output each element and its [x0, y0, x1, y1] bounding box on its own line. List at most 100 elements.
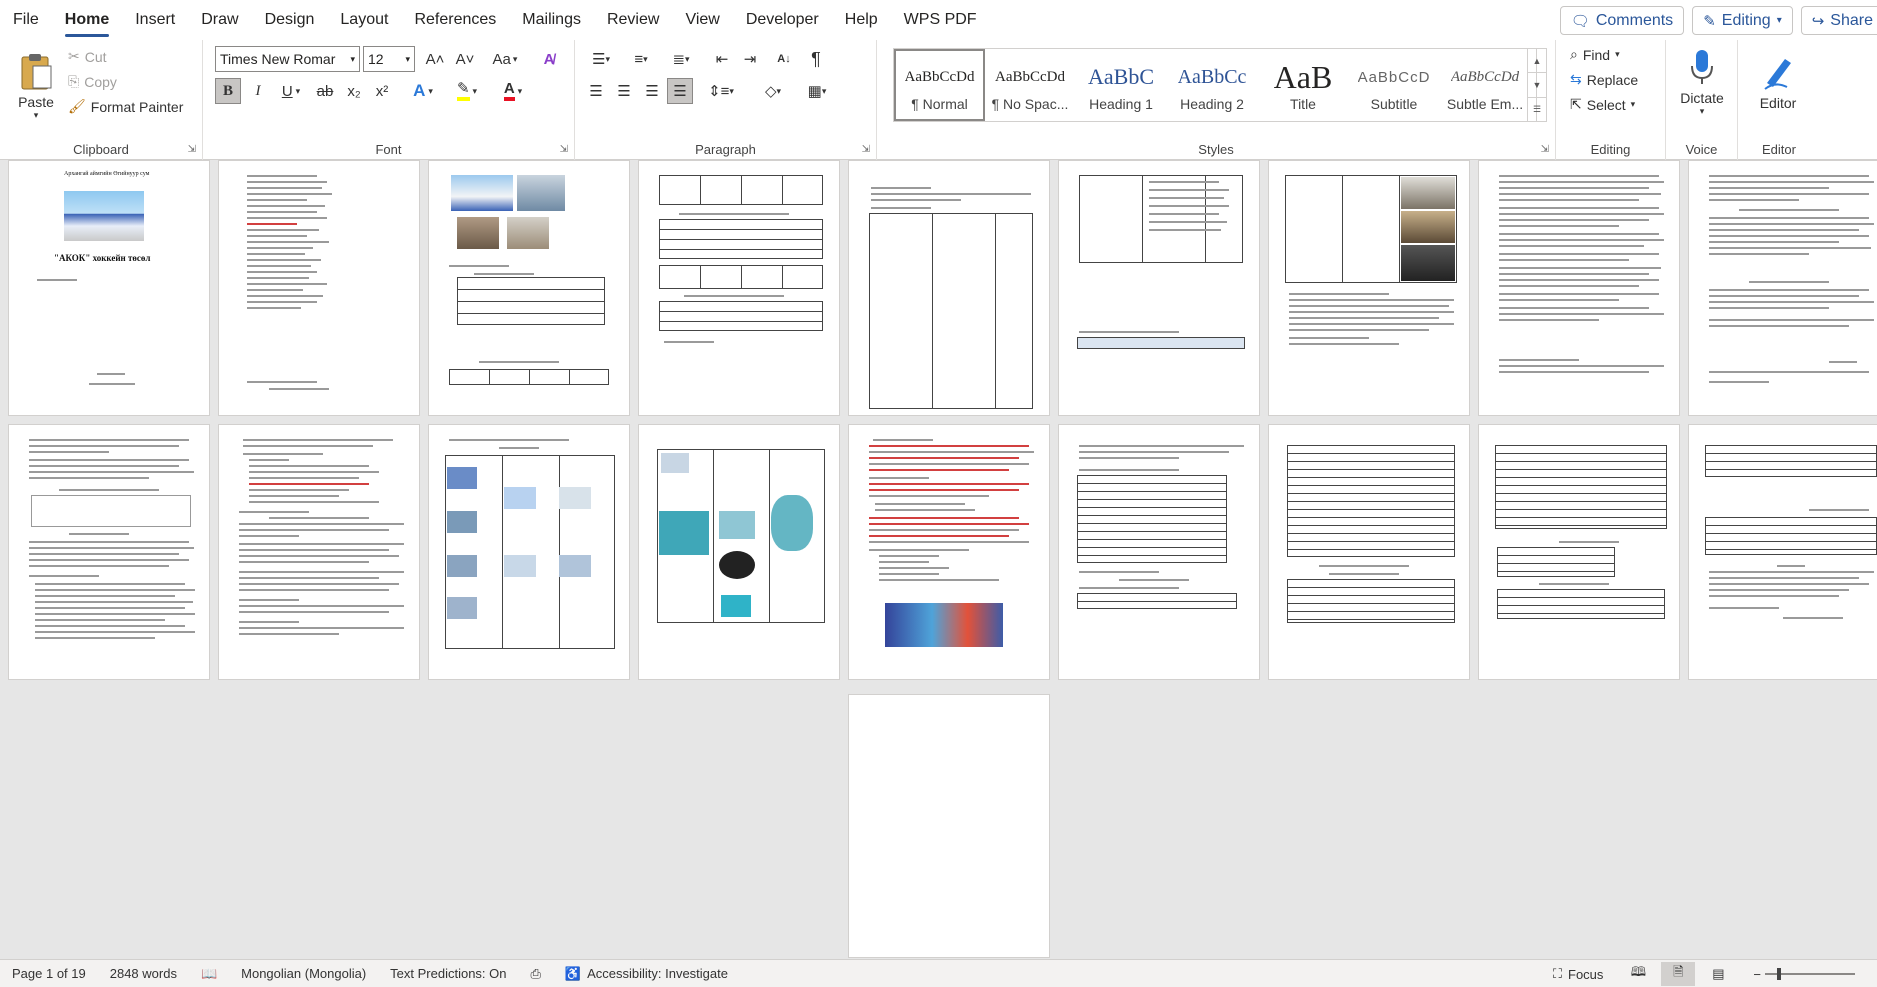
text-predictions[interactable]: Text Predictions: On: [378, 966, 518, 981]
numbering-button[interactable]: ≡ ▾: [623, 46, 659, 72]
page-thumbnail[interactable]: [1688, 424, 1877, 680]
focus-button[interactable]: ⛶ Focus: [1541, 966, 1616, 982]
scroll-down-icon[interactable]: ▼: [1528, 73, 1546, 98]
show-formatting-button[interactable]: ¶: [803, 46, 829, 72]
page-thumbnail[interactable]: [1058, 160, 1260, 416]
read-mode-button[interactable]: 🕮: [1621, 962, 1655, 986]
page-thumbnail[interactable]: [1058, 424, 1260, 680]
share-button[interactable]: ↪ Share: [1800, 6, 1877, 35]
word-count[interactable]: 2848 words: [98, 966, 189, 981]
tab-insert[interactable]: Insert: [122, 0, 188, 40]
zoom-out-icon[interactable]: −: [1753, 967, 1761, 982]
page-thumbnail[interactable]: [218, 160, 420, 416]
format-painter-button[interactable]: 🖌 Format Painter: [68, 98, 183, 115]
grow-font-button[interactable]: A˄: [421, 46, 449, 72]
tab-wps-pdf[interactable]: WPS PDF: [891, 0, 990, 40]
line-spacing-button[interactable]: ⇕≡ ▾: [701, 78, 741, 104]
replace-button[interactable]: ⇆ Replace: [1570, 71, 1638, 88]
editing-mode-button[interactable]: ✎ Editing ▾: [1692, 6, 1793, 35]
page-thumbnail[interactable]: [848, 160, 1050, 416]
decrease-indent-button[interactable]: ⇤: [709, 46, 735, 72]
paste-button[interactable]: Paste ▾: [10, 46, 62, 126]
style-subtitle[interactable]: AaBbCcD Subtitle: [1349, 49, 1440, 121]
font-size-combo[interactable]: 12 ▾: [363, 46, 415, 72]
find-button[interactable]: ⌕ Find ▾: [1570, 46, 1620, 63]
zoom-thumb[interactable]: [1777, 968, 1781, 980]
dictate-button[interactable]: Dictate ▾: [1672, 44, 1732, 120]
style-heading-2[interactable]: AaBbCc Heading 2: [1167, 49, 1258, 121]
editor-button[interactable]: Editor: [1746, 44, 1810, 120]
bold-button[interactable]: B: [215, 78, 241, 104]
style-title[interactable]: AaB Title: [1258, 49, 1349, 121]
scroll-up-icon[interactable]: ▲: [1528, 49, 1546, 74]
font-color-button[interactable]: A ▾: [493, 78, 533, 104]
page-thumbnail[interactable]: [1688, 160, 1877, 416]
tab-references[interactable]: References: [401, 0, 509, 40]
align-right-button[interactable]: ☰: [639, 78, 665, 104]
accessibility-checker[interactable]: ♿ Accessibility: Investigate: [553, 966, 740, 982]
dialog-launcher-icon[interactable]: ⇲: [862, 144, 870, 155]
print-layout-button[interactable]: 🗎: [1661, 962, 1696, 986]
page-thumbnail[interactable]: [8, 424, 210, 680]
borders-button[interactable]: ▦ ▾: [797, 78, 837, 104]
page-thumbnail[interactable]: [1478, 424, 1680, 680]
superscript-button[interactable]: x²: [369, 78, 395, 104]
more-styles-icon[interactable]: ☰: [1528, 98, 1546, 121]
shading-button[interactable]: ◇ ▾: [753, 78, 793, 104]
text-effects-button[interactable]: A ▾: [403, 78, 443, 104]
justify-button[interactable]: ☰: [667, 78, 693, 104]
copy-button[interactable]: ⎘ Copy: [68, 73, 117, 90]
page-thumbnail[interactable]: [428, 424, 630, 680]
style-normal[interactable]: AaBbCcDd ¶ Normal: [894, 49, 985, 121]
zoom-slider[interactable]: −: [1741, 967, 1867, 982]
clear-formatting-button[interactable]: A̸: [535, 46, 563, 72]
proofing-status[interactable]: 📖: [189, 966, 229, 982]
page-thumbnail[interactable]: [1268, 424, 1470, 680]
italic-button[interactable]: I: [245, 78, 271, 104]
page-thumbnail[interactable]: [848, 694, 1050, 958]
dialog-launcher-icon[interactable]: ⇲: [188, 144, 196, 155]
zoom-track[interactable]: [1765, 968, 1855, 980]
strikethrough-button[interactable]: ab: [311, 78, 339, 104]
tab-draw[interactable]: Draw: [188, 0, 251, 40]
page-thumbnail[interactable]: Архангай аймгийн Өгийнуур сум "АКОК" хок…: [8, 160, 210, 416]
page-thumbnail[interactable]: [638, 160, 840, 416]
dialog-launcher-icon[interactable]: ⇲: [560, 144, 568, 155]
tab-view[interactable]: View: [672, 0, 732, 40]
align-left-button[interactable]: ☰: [583, 78, 609, 104]
style-subtle-emphasis[interactable]: AaBbCcDd Subtle Em...: [1440, 49, 1531, 121]
tab-developer[interactable]: Developer: [733, 0, 832, 40]
page-thumbnail[interactable]: [1268, 160, 1470, 416]
page-thumbnail[interactable]: [218, 424, 420, 680]
highlight-color-button[interactable]: ✎ ▾: [447, 78, 487, 104]
tab-design[interactable]: Design: [252, 0, 328, 40]
align-center-button[interactable]: ☰: [611, 78, 637, 104]
comments-button[interactable]: 🗨 Comments: [1559, 6, 1685, 35]
shrink-font-button[interactable]: A˅: [451, 46, 479, 72]
dialog-launcher-icon[interactable]: ⇲: [1541, 144, 1549, 155]
cut-button[interactable]: ✂ Cut: [68, 48, 107, 65]
style-heading-1[interactable]: AaBbC Heading 1: [1076, 49, 1167, 121]
tab-help[interactable]: Help: [832, 0, 891, 40]
web-layout-button[interactable]: ▤: [1701, 962, 1735, 986]
tab-file[interactable]: File: [0, 0, 52, 40]
page-thumbnail[interactable]: [1478, 160, 1680, 416]
macro-recorder[interactable]: ⎙: [518, 966, 552, 982]
page-thumbnail[interactable]: [848, 424, 1050, 680]
tab-review[interactable]: Review: [594, 0, 672, 40]
language[interactable]: Mongolian (Mongolia): [229, 966, 378, 981]
select-button[interactable]: ⇱ Select ▾: [1570, 96, 1635, 113]
font-name-combo[interactable]: Times New Romar ▾: [215, 46, 360, 72]
tab-mailings[interactable]: Mailings: [509, 0, 594, 40]
style-no-spacing[interactable]: AaBbCcDd ¶ No Spac...: [985, 49, 1076, 121]
tab-home[interactable]: Home: [52, 0, 122, 40]
multilevel-list-button[interactable]: ≣ ▾: [663, 46, 699, 72]
tab-layout[interactable]: Layout: [327, 0, 401, 40]
page-thumbnail[interactable]: [428, 160, 630, 416]
page-thumbnail[interactable]: [638, 424, 840, 680]
increase-indent-button[interactable]: ⇥: [737, 46, 763, 72]
underline-button[interactable]: U ▾: [273, 78, 309, 104]
subscript-button[interactable]: x₂: [341, 78, 367, 104]
document-area[interactable]: Архангай аймгийн Өгийнуур сум "АКОК" хок…: [0, 160, 1877, 959]
sort-button[interactable]: A↓: [771, 46, 797, 72]
